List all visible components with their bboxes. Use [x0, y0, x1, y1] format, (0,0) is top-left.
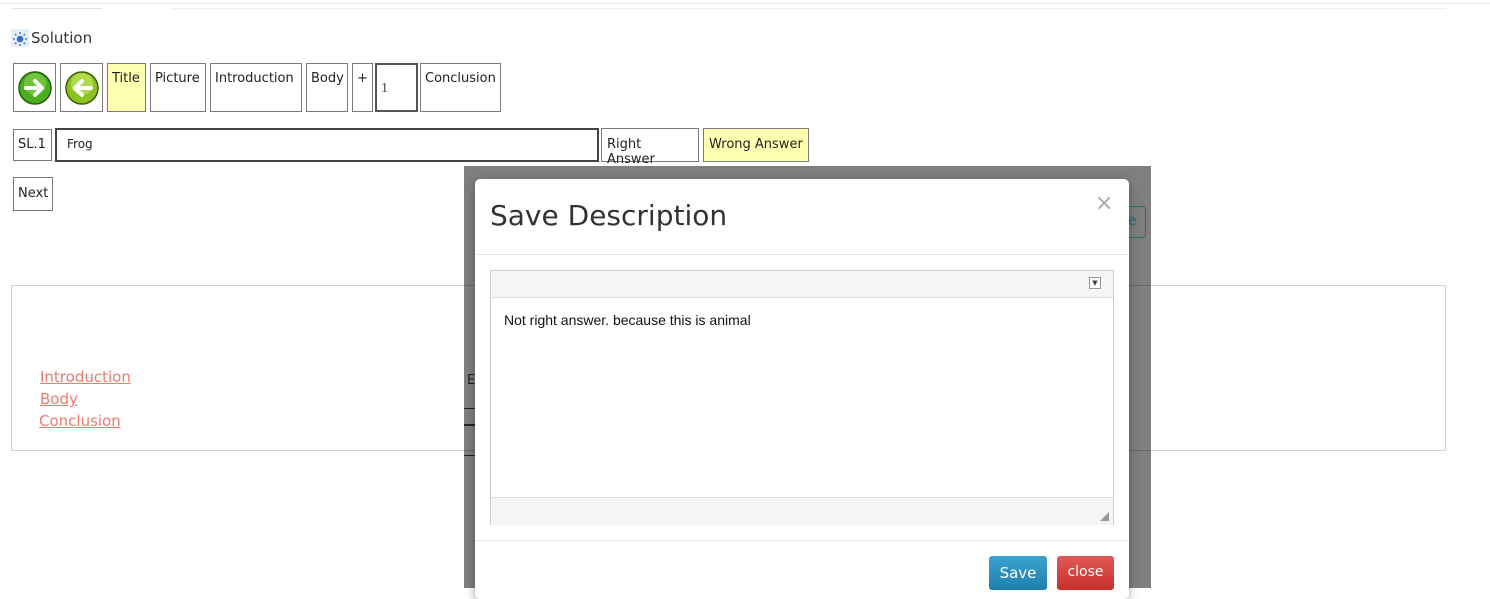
- next-button[interactable]: Next: [13, 177, 53, 211]
- body-count-input[interactable]: 1: [375, 63, 418, 112]
- close-button[interactable]: close: [1057, 556, 1114, 590]
- close-icon[interactable]: ×: [1095, 191, 1113, 216]
- modal-footer-divider: [475, 540, 1129, 541]
- title-button[interactable]: Title: [107, 63, 146, 112]
- save-description-modal: Save Description × ▼ Not right answer. b…: [475, 179, 1129, 599]
- introduction-button[interactable]: Introduction: [210, 63, 302, 112]
- conclusion-link[interactable]: Conclusion: [39, 412, 121, 430]
- picture-button[interactable]: Picture: [150, 63, 206, 112]
- body-button[interactable]: Body: [306, 63, 348, 112]
- editor-toolbar: ▼: [491, 271, 1113, 298]
- chevron-down-icon[interactable]: ▼: [1089, 277, 1101, 289]
- next-slide-button[interactable]: [13, 63, 56, 112]
- editor-statusbar: [491, 497, 1113, 525]
- top-divider: [0, 3, 1490, 4]
- wrong-answer-button[interactable]: Wrong Answer: [703, 128, 809, 162]
- arrow-right-circle-icon: [17, 70, 52, 105]
- arrow-left-circle-icon: [64, 70, 99, 105]
- solution-title: Solution: [31, 29, 93, 47]
- prev-slide-button[interactable]: [60, 63, 103, 112]
- body-link[interactable]: Body: [40, 390, 78, 408]
- description-editor[interactable]: ▼ Not right answer. because this is anim…: [490, 270, 1114, 525]
- conclusion-button[interactable]: Conclusion: [420, 63, 501, 112]
- slide-label: SL.1: [13, 129, 52, 161]
- top-divider-long: [172, 8, 1446, 9]
- save-button[interactable]: Save: [989, 556, 1047, 590]
- modal-header-divider: [475, 254, 1129, 255]
- add-body-button[interactable]: +: [352, 63, 373, 112]
- introduction-link[interactable]: Introduction: [40, 368, 131, 386]
- right-answer-button[interactable]: Right Answer: [601, 128, 699, 167]
- resize-handle-icon[interactable]: [1100, 512, 1109, 521]
- background-text-fragment: E: [467, 373, 476, 388]
- sun-icon: [11, 29, 29, 47]
- top-divider-short: [12, 8, 102, 9]
- editor-content[interactable]: Not right answer. because this is animal: [504, 312, 751, 328]
- modal-title: Save Description: [490, 199, 728, 232]
- answer-input[interactable]: Frog: [55, 128, 599, 162]
- background-button-fragment: e: [1128, 206, 1146, 238]
- solution-header: Solution: [11, 28, 92, 48]
